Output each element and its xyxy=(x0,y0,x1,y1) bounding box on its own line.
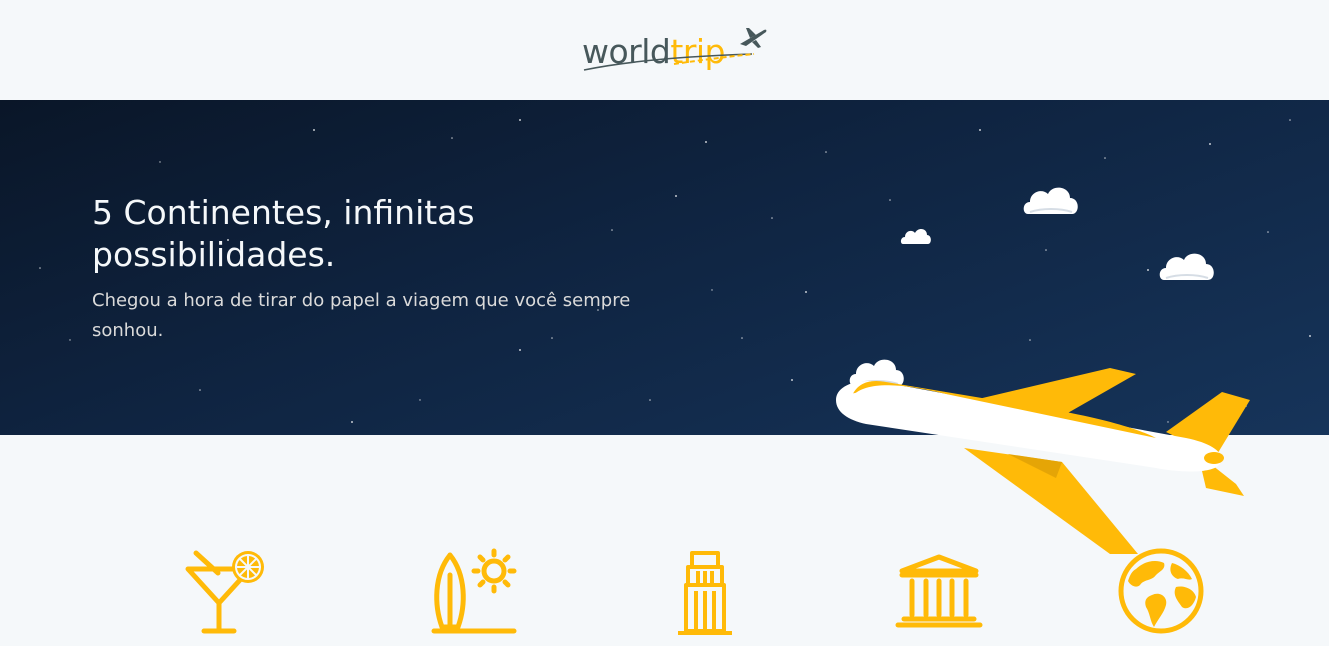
hero-banner: 5 Continentes, infinitas possibilidades.… xyxy=(0,100,1329,554)
museum-icon xyxy=(895,554,983,628)
surf-icon xyxy=(431,548,517,634)
airplane-illustration-icon xyxy=(836,368,1250,554)
airplane-logo-icon xyxy=(740,28,767,48)
cocktail-icon xyxy=(185,550,264,634)
banner-subtitle: Chegou a hora de tirar do papel a viagem… xyxy=(92,290,631,341)
travel-types xyxy=(0,545,1329,646)
earth-icon xyxy=(1118,548,1204,634)
logo-swoosh-icon xyxy=(583,53,755,71)
header: worldtrip xyxy=(0,0,1329,100)
cloud-icon xyxy=(900,229,931,244)
cloud-icon xyxy=(1023,187,1078,214)
building-icon xyxy=(678,551,732,635)
banner-title: 5 Continentes, infinitas possibilidades. xyxy=(92,193,475,274)
worldtrip-logo[interactable]: worldtrip xyxy=(582,22,772,78)
